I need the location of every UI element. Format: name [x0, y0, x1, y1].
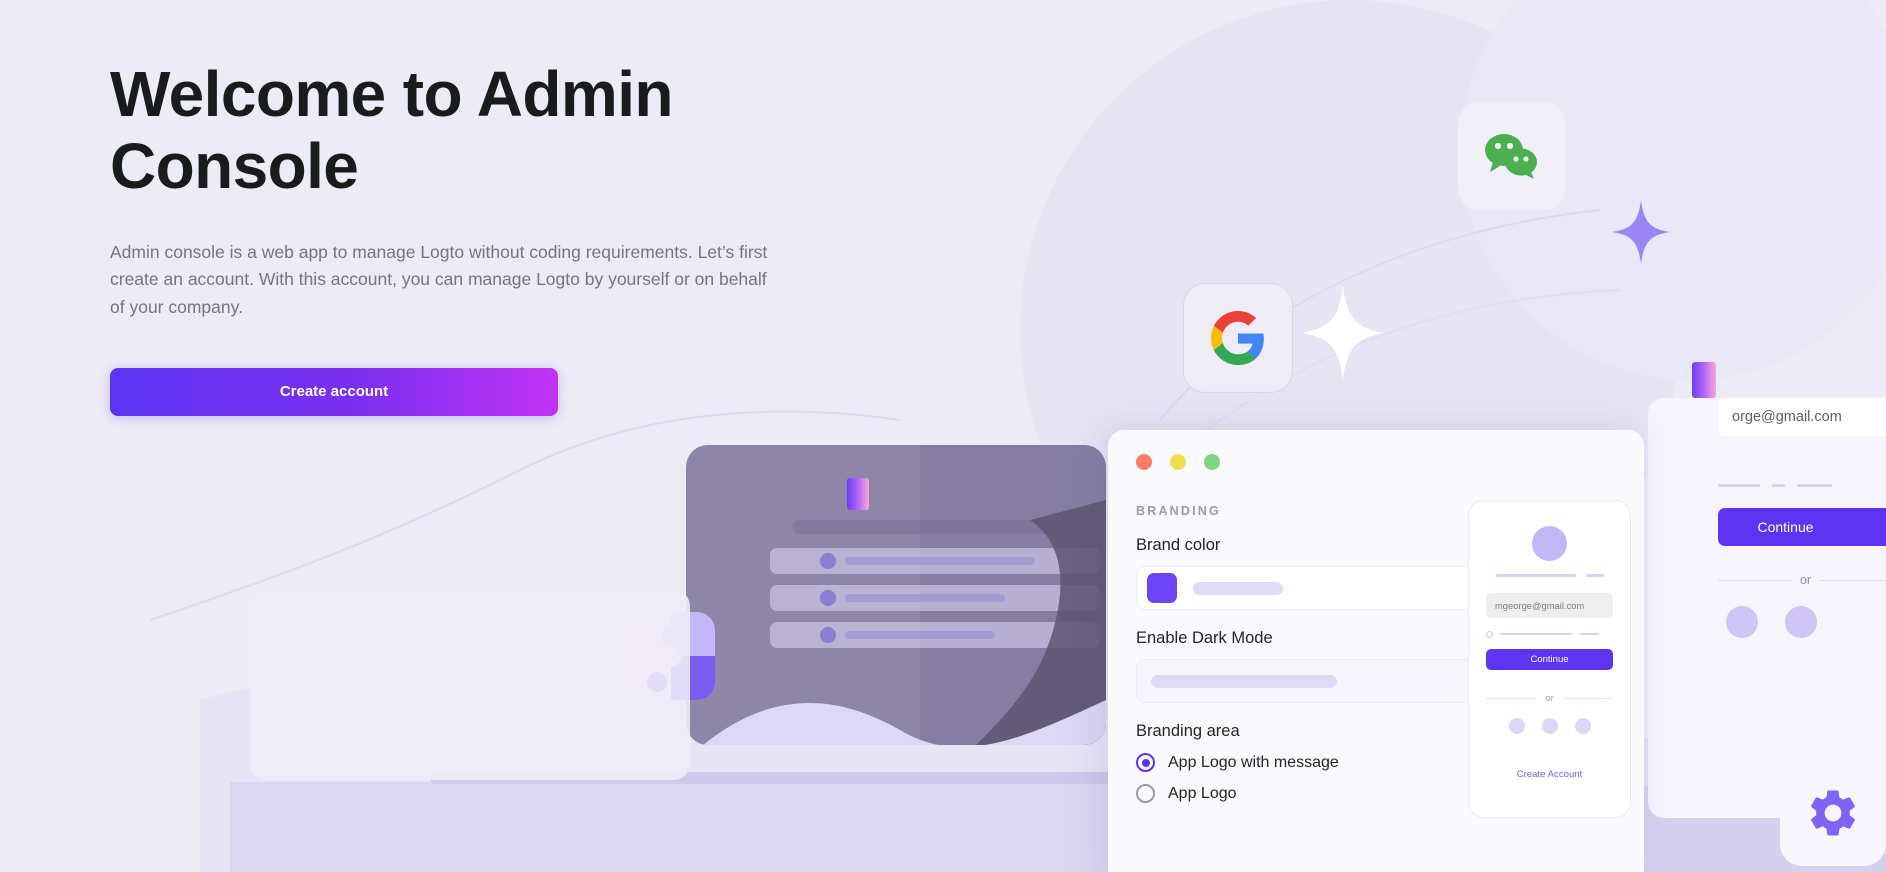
page-title: Welcome to Admin Console	[110, 58, 674, 203]
preview-title-lines	[1486, 574, 1613, 577]
close-dot[interactable]	[1136, 454, 1152, 470]
preview-back-divider: or	[1718, 573, 1886, 587]
google-icon	[1211, 311, 1264, 365]
minimize-dot[interactable]	[1170, 454, 1186, 470]
preview-card: mgeorge@gmail.com Continue or Create Acc…	[1468, 500, 1631, 818]
maximize-dot[interactable]	[1204, 454, 1220, 470]
preview-create-account-link[interactable]: Create Account	[1486, 769, 1613, 780]
wechat-icon	[1485, 134, 1537, 179]
brand-color-value-placeholder	[1193, 581, 1283, 595]
preview-checkbox-icon[interactable]	[1486, 630, 1493, 638]
create-account-button[interactable]: Create account	[110, 367, 558, 416]
preview-social-0[interactable]	[1508, 717, 1525, 734]
hero-description: Admin console is a web app to manage Log…	[110, 241, 768, 317]
radio-label-0: App Logo with message	[1168, 753, 1339, 771]
google-icon-tile	[1183, 283, 1293, 393]
preview-social-buttons	[1486, 717, 1613, 734]
brand-color-swatch[interactable]	[1147, 573, 1177, 603]
preview-avatar	[1532, 526, 1567, 561]
preview-social-1[interactable]	[1541, 717, 1558, 734]
radio-app-logo[interactable]	[1136, 784, 1155, 803]
preview-back-continue-button: Continue	[1718, 508, 1886, 546]
preview-back-socials	[1726, 606, 1817, 638]
preview-continue-button[interactable]: Continue	[1486, 648, 1613, 670]
wechat-icon-tile	[1458, 102, 1566, 210]
preview-social-2[interactable]	[1574, 717, 1591, 734]
gear-icon	[1811, 790, 1855, 836]
preview-back-email: orge@gmail.com	[1718, 398, 1886, 436]
window-traffic-lights	[1136, 454, 1616, 470]
dark-mode-placeholder	[1151, 674, 1337, 688]
preview-email-input[interactable]: mgeorge@gmail.com	[1486, 592, 1613, 618]
preview-back-lines	[1718, 484, 1832, 487]
preview-divider: or	[1486, 693, 1613, 704]
gear-icon-tile	[1780, 760, 1886, 866]
radio-app-logo-with-message[interactable]	[1136, 753, 1155, 772]
hero-section: Welcome to Admin Console Admin console i…	[110, 58, 810, 416]
preview-remember-row	[1486, 630, 1613, 638]
preview-card-background: orge@gmail.com Continue or	[1648, 398, 1886, 818]
radio-label-1: App Logo	[1168, 784, 1237, 802]
